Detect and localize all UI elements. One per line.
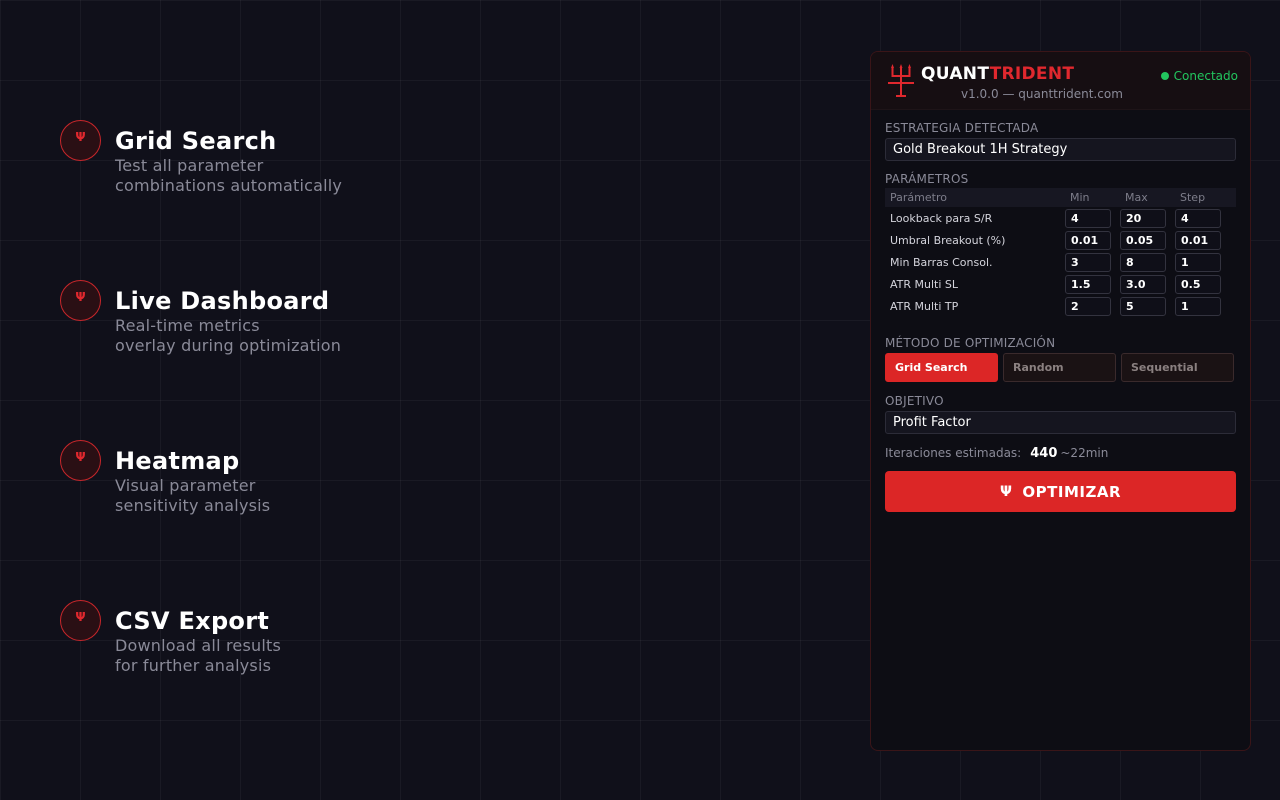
brand-name: QUANTTRIDENT — [921, 64, 1075, 84]
method-grid-search-button[interactable]: Grid Search — [885, 353, 998, 382]
trident-icon: Ψ — [60, 120, 101, 161]
param-name: ATR Multi SL — [890, 277, 959, 291]
trident-icon: Ψ — [60, 600, 101, 641]
col-header-min: Min — [1070, 191, 1090, 204]
step-input[interactable]: 1 — [1175, 252, 1221, 272]
step-input[interactable]: 0.5 — [1175, 274, 1221, 294]
step-input[interactable]: 1 — [1175, 296, 1221, 316]
step-input[interactable]: 4 — [1175, 208, 1221, 228]
param-name: ATR Multi TP — [890, 299, 959, 313]
table-row: Min Barras Consol. 3 8 1 — [885, 251, 1236, 273]
feature-desc-line2: for further analysis — [115, 656, 272, 675]
status-dot-icon — [1160, 72, 1169, 80]
method-random-button[interactable]: Random — [1003, 353, 1116, 382]
strategy-label: ESTRATEGIA DETECTADA — [885, 121, 1039, 135]
feature-title: CSV Export — [115, 607, 270, 635]
params-label: PARÁMETROS — [885, 172, 969, 186]
feature-desc-line1: Test all parameter — [115, 156, 264, 175]
max-input[interactable]: 20 — [1120, 208, 1166, 228]
iterations-time: ~22min — [1060, 446, 1109, 460]
params-table: Parámetro Min Max Step Lookback para S/R… — [885, 188, 1236, 317]
max-input[interactable]: 8 — [1120, 252, 1166, 272]
trident-icon: Ψ — [60, 440, 101, 481]
strategy-field[interactable]: Gold Breakout 1H Strategy — [885, 138, 1236, 161]
optimize-label: OPTIMIZAR — [1022, 482, 1121, 501]
feature-title: Heatmap — [115, 447, 240, 475]
optimizer-panel: QUANTTRIDENT v1.0.0 — quanttrident.com C… — [870, 51, 1251, 751]
min-input[interactable]: 1.5 — [1065, 274, 1111, 294]
param-name: Lookback para S/R — [890, 211, 993, 225]
objective-select[interactable]: Profit Factor — [885, 411, 1236, 434]
objective-label: OBJETIVO — [885, 394, 944, 408]
col-header-max: Max — [1125, 191, 1148, 204]
params-header-row: Parámetro Min Max Step — [885, 188, 1236, 207]
trident-icon: Ψ — [999, 483, 1013, 500]
iterations-label: Iteraciones estimadas: — [885, 446, 1022, 460]
col-header-param: Parámetro — [890, 191, 947, 204]
trident-icon — [888, 64, 914, 97]
iterations-estimate: Iteraciones estimadas: 440 ~22min — [885, 446, 1236, 462]
method-sequential-button[interactable]: Sequential — [1121, 353, 1234, 382]
min-input[interactable]: 3 — [1065, 252, 1111, 272]
table-row: ATR Multi TP 2 5 1 — [885, 295, 1236, 317]
feature-grid-search: Ψ Grid Search Test all parameter combina… — [60, 120, 342, 196]
max-input[interactable]: 3.0 — [1120, 274, 1166, 294]
min-input[interactable]: 2 — [1065, 296, 1111, 316]
table-row: ATR Multi SL 1.5 3.0 0.5 — [885, 273, 1236, 295]
table-row: Lookback para S/R 4 20 4 — [885, 207, 1236, 229]
max-input[interactable]: 0.05 — [1120, 230, 1166, 250]
table-row: Umbral Breakout (%) 0.01 0.05 0.01 — [885, 229, 1236, 251]
max-input[interactable]: 5 — [1120, 296, 1166, 316]
feature-desc-line1: Real-time metrics — [115, 316, 260, 335]
trident-icon: Ψ — [60, 280, 101, 321]
feature-heatmap: Ψ Heatmap Visual parameter sensitivity a… — [60, 440, 270, 516]
iterations-count: 440 — [1030, 446, 1058, 461]
feature-desc-line1: Download all results — [115, 636, 281, 655]
version-text: v1.0.0 — quanttrident.com — [961, 87, 1123, 101]
panel-header: QUANTTRIDENT v1.0.0 — quanttrident.com C… — [871, 52, 1250, 110]
feature-desc-line2: sensitivity analysis — [115, 496, 271, 515]
feature-live-dashboard: Ψ Live Dashboard Real-time metrics overl… — [60, 280, 341, 356]
param-name: Min Barras Consol. — [890, 255, 993, 269]
feature-title: Live Dashboard — [115, 287, 330, 315]
optimize-button[interactable]: Ψ OPTIMIZAR — [885, 471, 1236, 512]
min-input[interactable]: 0.01 — [1065, 230, 1111, 250]
col-header-step: Step — [1180, 191, 1206, 204]
feature-desc-line1: Visual parameter — [115, 476, 256, 495]
feature-title: Grid Search — [115, 127, 277, 155]
feature-desc-line2: combinations automatically — [115, 176, 343, 195]
feature-desc-line2: overlay during optimization — [115, 336, 342, 355]
feature-csv-export: Ψ CSV Export Download all results for fu… — [60, 600, 281, 676]
step-input[interactable]: 0.01 — [1175, 230, 1221, 250]
param-name: Umbral Breakout (%) — [890, 233, 1006, 247]
min-input[interactable]: 4 — [1065, 208, 1111, 228]
connection-status: Conectado — [1160, 69, 1238, 83]
method-selector: Grid Search Random Sequential — [885, 353, 1236, 382]
method-label: MÉTODO DE OPTIMIZACIÓN — [885, 336, 1056, 350]
